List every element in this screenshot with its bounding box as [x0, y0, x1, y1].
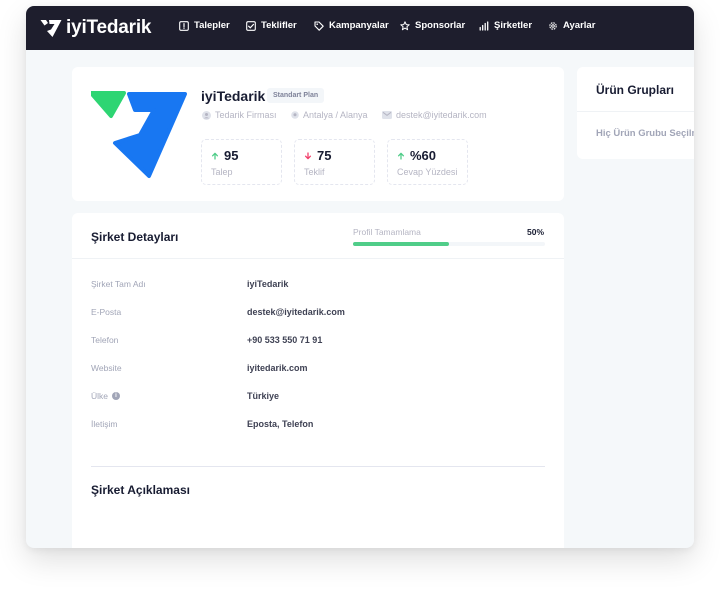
profile-progress-percent: 50%: [527, 227, 545, 237]
arrow-down-icon: [304, 151, 312, 159]
divider: [72, 258, 564, 259]
detail-value-phone: +90 533 550 71 91: [247, 335, 323, 345]
plan-badge: Standart Plan: [267, 88, 325, 103]
nav-label: Talepler: [194, 20, 230, 31]
company-profile-card: iyiTedarik Standart Plan Tedarik Firması…: [72, 67, 564, 201]
chart-bar-icon: [479, 20, 489, 31]
map-pin-icon: [291, 110, 299, 119]
company-type: Tedarik Firması: [202, 110, 277, 120]
nav-label: Şirketler: [494, 20, 533, 31]
arrow-up-icon: [211, 152, 219, 160]
detail-value-company-name: iyiTedarik: [247, 279, 289, 289]
stat-value: 75: [317, 148, 332, 163]
detail-label-contact: İletişim: [91, 419, 118, 429]
stat-talep: 95 Talep: [201, 139, 282, 185]
detail-label-phone: Telefon: [91, 335, 119, 345]
stat-label: Cevap Yüzdesi: [397, 167, 458, 177]
profile-progress-label: Profil Tamamlama: [353, 227, 421, 237]
stat-label: Talep: [211, 167, 233, 177]
nav-item-ayarlar[interactable]: Ayarlar: [548, 20, 595, 31]
company-type-text: Tedarik Firması: [215, 110, 277, 120]
nav-item-talepler[interactable]: Talepler: [179, 20, 230, 31]
company-location-text: Antalya / Alanya: [303, 110, 368, 120]
nav-label: Ayarlar: [563, 20, 596, 31]
detail-value-country: Türkiye: [247, 391, 280, 401]
nav-item-sirketler[interactable]: Şirketler: [479, 20, 532, 31]
tag-icon: [314, 20, 324, 31]
info-icon[interactable]: i: [112, 392, 121, 400]
nav-item-kampanyalar[interactable]: Kampanyalar: [314, 20, 389, 31]
brand-name: iyiTedarik: [66, 17, 152, 38]
profile-progress-fill: [353, 242, 449, 246]
user-icon: [202, 110, 211, 120]
profile-progress-bar: [353, 242, 545, 246]
app-window: iyiTedarik Talepler Teklifler Kampanyala…: [26, 6, 694, 548]
detail-label-country-text: Ülke: [91, 391, 109, 401]
nav-label: Kampanyalar: [329, 20, 389, 31]
company-email-text: destek@iyitedarik.com: [396, 110, 487, 120]
star-icon: [400, 20, 410, 30]
nav-label: Teklifler: [261, 20, 297, 31]
product-groups-title: Ürün Grupları: [596, 83, 675, 97]
detail-label-country: Ülke i: [91, 391, 121, 401]
brand-mark-icon: [40, 20, 62, 37]
stat-cevap-yuzdesi: %60 Cevap Yüzdesi: [387, 139, 468, 185]
top-navbar: iyiTedarik Talepler Teklifler Kampanyala…: [26, 6, 694, 50]
mail-icon: [382, 111, 392, 119]
company-email[interactable]: destek@iyitedarik.com: [382, 110, 487, 120]
detail-value-website: iyitedarik.com: [247, 363, 308, 373]
product-groups-card: Ürün Grupları Hiç Ürün Grubu Seçilmedi: [577, 67, 694, 159]
offer-icon: [246, 20, 256, 31]
product-groups-empty-text: Hiç Ürün Grubu Seçilmedi: [596, 128, 694, 139]
nav-item-teklifler[interactable]: Teklifler: [246, 20, 297, 31]
detail-label-email: E-Posta: [91, 307, 122, 317]
detail-value-contact: Eposta, Telefon: [247, 419, 314, 429]
nav-item-sponsorlar[interactable]: Sponsorlar: [400, 20, 465, 31]
detail-label-company-name: Şirket Tam Adı: [91, 279, 146, 289]
stat-teklif: 75 Teklif: [294, 139, 375, 185]
company-name: iyiTedarik: [201, 88, 266, 104]
description-title: Şirket Açıklaması: [91, 483, 190, 497]
brand-logo-link[interactable]: iyiTedarik: [40, 17, 152, 39]
company-details-card: Şirket Detayları Profil Tamamlama 50% Şi…: [72, 213, 564, 548]
arrow-up-icon: [397, 152, 405, 160]
divider: [577, 111, 694, 112]
divider: [91, 466, 545, 467]
details-title: Şirket Detayları: [91, 230, 179, 244]
stat-label: Teklif: [304, 167, 325, 177]
detail-value-email: destek@iyitedarik.com: [247, 307, 345, 317]
nav-label: Sponsorlar: [415, 20, 466, 31]
stat-value: 95: [224, 148, 239, 163]
company-location: Antalya / Alanya: [291, 110, 368, 120]
detail-label-website: Website: [91, 363, 122, 373]
gear-icon: [549, 21, 557, 30]
stat-value: %60: [410, 148, 437, 163]
request-icon: [179, 20, 189, 31]
company-logo: [91, 91, 187, 178]
